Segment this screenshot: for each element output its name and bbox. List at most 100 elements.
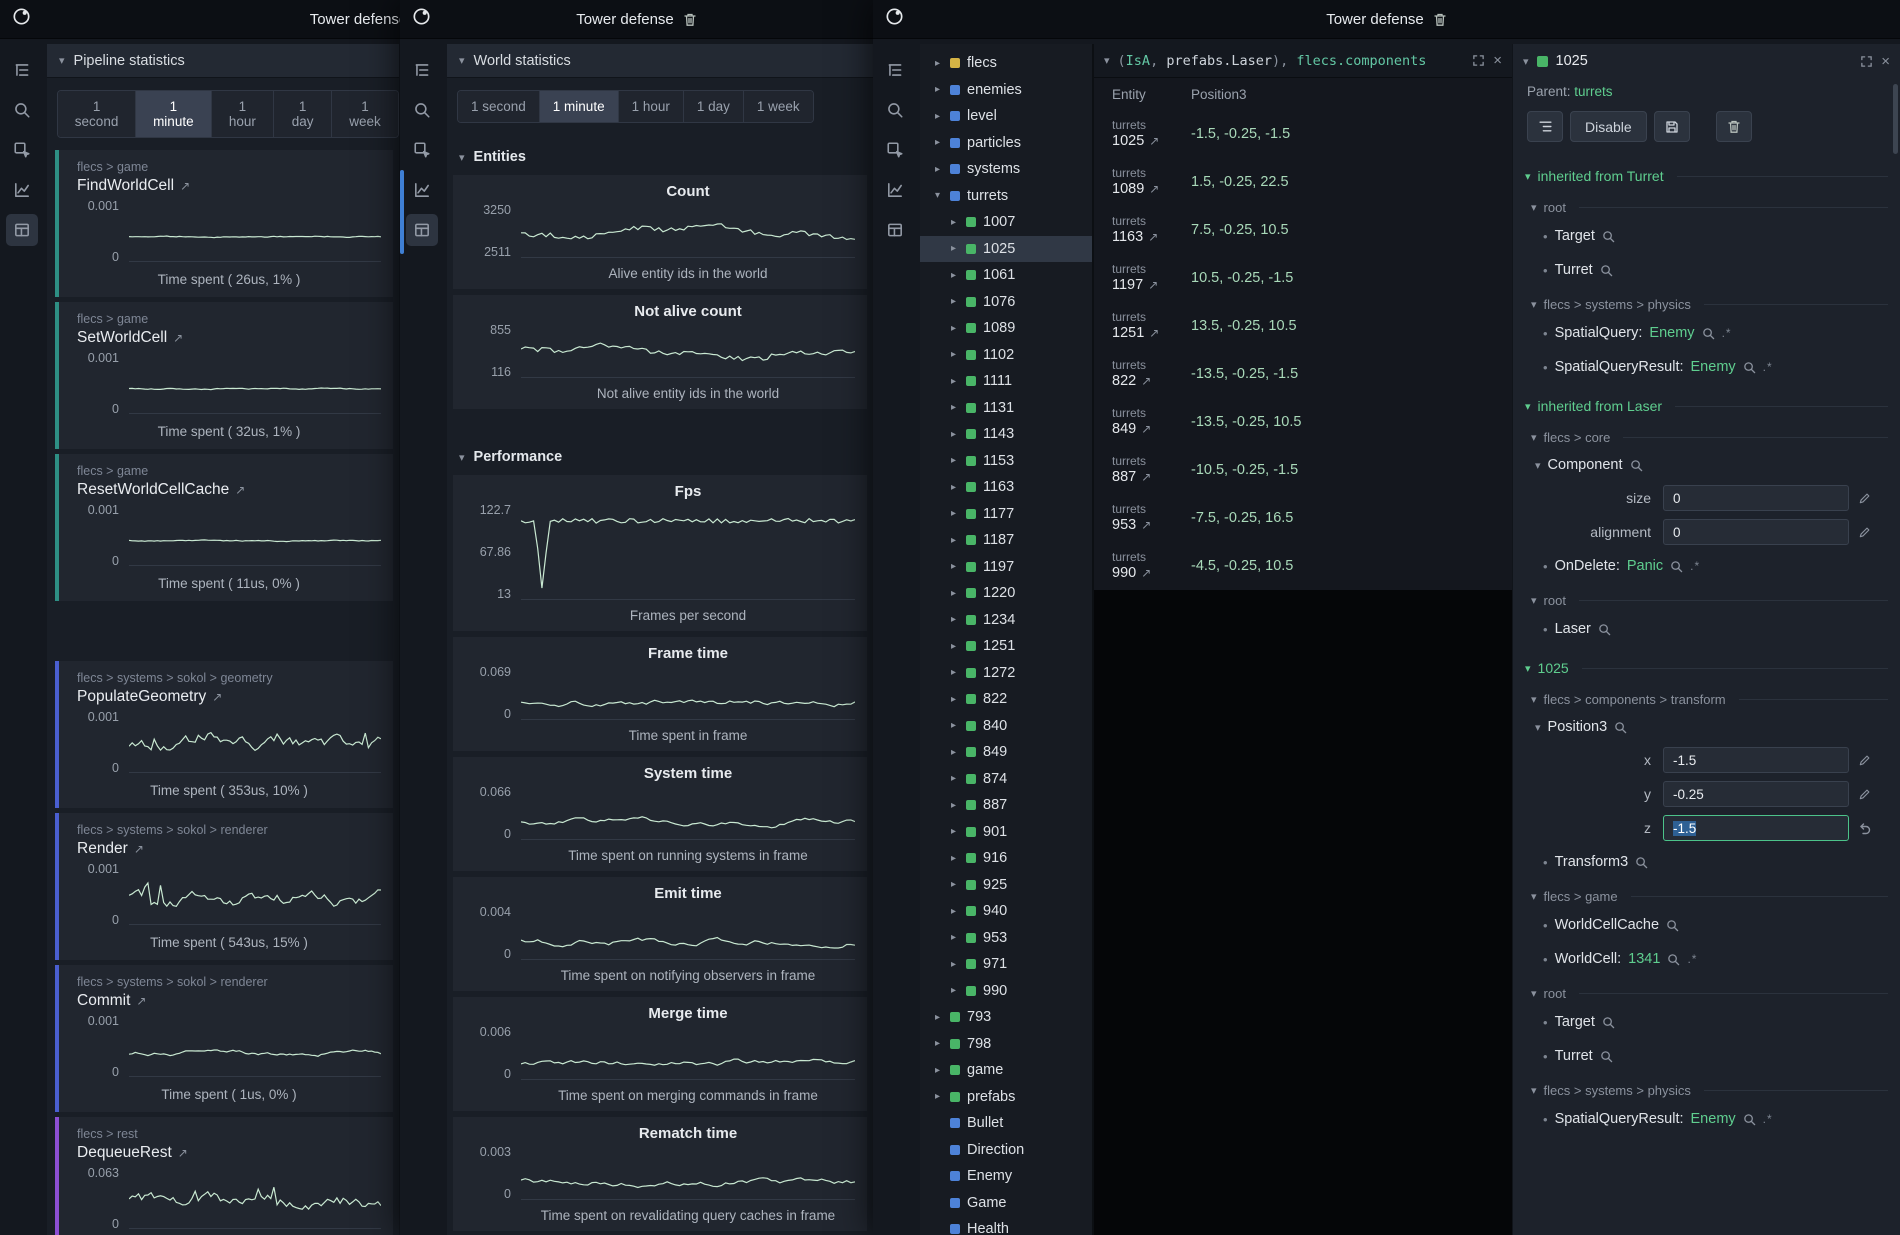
tree-item-1177[interactable]: ▸1177 [920,501,1092,528]
disable-button[interactable]: Disable [1570,111,1647,142]
entity-link[interactable]: 1251↗ [1112,324,1191,342]
chevron-right-icon[interactable]: ▸ [932,1012,943,1023]
tree-item-1234[interactable]: ▸1234 [920,607,1092,634]
chevron-right-icon[interactable]: ▸ [948,747,959,758]
search-icon[interactable] [879,94,911,126]
chevron-right-icon[interactable]: ▸ [948,773,959,784]
entity-link[interactable]: 1163↗ [1112,228,1191,246]
entity-link[interactable]: 1025↗ [1112,132,1191,150]
chevron-down-icon[interactable]: ▾ [1535,721,1541,734]
tab-1-week[interactable]: 1 week [332,91,398,137]
tree-item-Enemy[interactable]: Enemy [920,1163,1092,1190]
tree-item-flecs[interactable]: ▸flecs [920,50,1092,77]
delete-button[interactable] [1716,111,1752,142]
magnifier-icon[interactable] [1614,721,1627,734]
component-category[interactable]: ▾root [1513,190,1900,219]
outliner-icon[interactable] [879,54,911,86]
tree-item-Game[interactable]: Game [920,1190,1092,1217]
field-input-x[interactable]: -1.5 [1663,747,1849,773]
magnifier-icon[interactable] [1743,361,1756,374]
tree-item-enemies[interactable]: ▸enemies [920,77,1092,104]
query-wildcard-icon[interactable]: .* [1763,360,1773,374]
chevron-right-icon[interactable]: ▸ [948,614,959,625]
tree-item-prefabs[interactable]: ▸prefabs [920,1084,1092,1111]
tab-1-day[interactable]: 1 day [274,91,332,137]
chevron-right-icon[interactable]: ▸ [948,455,959,466]
chevron-right-icon[interactable]: ▸ [948,217,959,228]
parent-link[interactable]: turrets [1574,84,1612,99]
tree-item-953[interactable]: ▸953 [920,925,1092,952]
component-category[interactable]: ▾flecs > systems > physics [1513,287,1900,316]
tab-1-hour[interactable]: 1 hour [212,91,275,137]
component-row-Component[interactable]: ▾Component [1513,449,1900,481]
chevron-down-icon[interactable]: ▾ [1104,54,1110,67]
tree-item-1111[interactable]: ▸1111 [920,368,1092,395]
system-name-link[interactable]: Commit↗ [77,992,146,1010]
chevron-right-icon[interactable]: ▸ [932,1038,943,1049]
query-result-row[interactable]: turrets1197↗10.5, -0.25, -1.5 [1094,254,1512,302]
tree-item-1102[interactable]: ▸1102 [920,342,1092,369]
inspector-section-header[interactable]: ▾inherited from Laser [1513,384,1900,420]
query-result-row[interactable]: turrets887↗-10.5, -0.25, -1.5 [1094,446,1512,494]
chevron-right-icon[interactable]: ▸ [948,323,959,334]
select-icon[interactable] [406,134,438,166]
entity-link[interactable]: 1089↗ [1112,180,1191,198]
tree-item-901[interactable]: ▸901 [920,819,1092,846]
edit-pencil-icon[interactable] [1858,526,1871,539]
chevron-right-icon[interactable]: ▸ [948,959,959,970]
tree-item-1143[interactable]: ▸1143 [920,421,1092,448]
chevron-right-icon[interactable]: ▸ [932,1091,943,1102]
tree-item-1197[interactable]: ▸1197 [920,554,1092,581]
table-icon[interactable] [879,214,911,246]
tree-item-1076[interactable]: ▸1076 [920,289,1092,316]
entity-link[interactable]: 1197↗ [1112,276,1191,294]
chevron-right-icon[interactable]: ▸ [932,111,943,122]
tree-item-turrets[interactable]: ▾turrets [920,183,1092,210]
select-icon[interactable] [6,134,38,166]
query-result-row[interactable]: turrets849↗-13.5, -0.25, 10.5 [1094,398,1512,446]
magnifier-icon[interactable] [1702,327,1715,340]
chevron-right-icon[interactable]: ▸ [948,720,959,731]
chevron-down-icon[interactable]: ▾ [1523,55,1529,68]
pair-value[interactable]: Enemy [1691,1111,1736,1127]
chevron-right-icon[interactable]: ▸ [948,667,959,678]
tab-1-day[interactable]: 1 day [684,91,744,122]
chevron-right-icon[interactable]: ▸ [948,879,959,890]
chevron-right-icon[interactable]: ▸ [948,932,959,943]
panel-header[interactable]: ▾ World statistics [447,44,873,78]
outliner-icon[interactable] [406,54,438,86]
component-category[interactable]: ▾flecs > core [1513,420,1900,449]
search-icon[interactable] [406,94,438,126]
tree-item-1272[interactable]: ▸1272 [920,660,1092,687]
system-name-link[interactable]: ResetWorldCellCache↗ [77,481,245,499]
chevron-right-icon[interactable]: ▸ [948,694,959,705]
chevron-right-icon[interactable]: ▸ [932,164,943,175]
inspector-section-header[interactable]: ▾1025 [1513,646,1900,682]
field-input-z[interactable]: -1.5 [1663,815,1849,841]
system-name-link[interactable]: SetWorldCell↗ [77,329,183,347]
chevron-right-icon[interactable]: ▸ [948,243,959,254]
magnifier-icon[interactable] [1743,1113,1756,1126]
tree-item-1187[interactable]: ▸1187 [920,527,1092,554]
tree-item-798[interactable]: ▸798 [920,1031,1092,1058]
save-button[interactable] [1654,111,1690,142]
expand-icon[interactable] [1860,55,1873,68]
chevron-right-icon[interactable]: ▸ [948,402,959,413]
chart-icon[interactable] [406,174,438,206]
tree-item-925[interactable]: ▸925 [920,872,1092,899]
tree-item-1089[interactable]: ▸1089 [920,315,1092,342]
chevron-down-icon[interactable]: ▾ [932,190,943,201]
close-icon[interactable]: × [1493,53,1502,68]
tree-item-systems[interactable]: ▸systems [920,156,1092,183]
scroll-indicator[interactable] [400,170,404,254]
chevron-right-icon[interactable]: ▸ [948,641,959,652]
edit-pencil-icon[interactable] [1858,492,1871,505]
magnifier-icon[interactable] [1635,856,1648,869]
tree-item-1251[interactable]: ▸1251 [920,633,1092,660]
query-result-row[interactable]: turrets990↗-4.5, -0.25, 10.5 [1094,542,1512,590]
chevron-right-icon[interactable]: ▸ [932,84,943,95]
system-name-link[interactable]: PopulateGeometry↗ [77,688,222,706]
tree-item-level[interactable]: ▸level [920,103,1092,130]
entity-link[interactable]: 849↗ [1112,420,1191,438]
system-name-link[interactable]: Render↗ [77,840,144,858]
